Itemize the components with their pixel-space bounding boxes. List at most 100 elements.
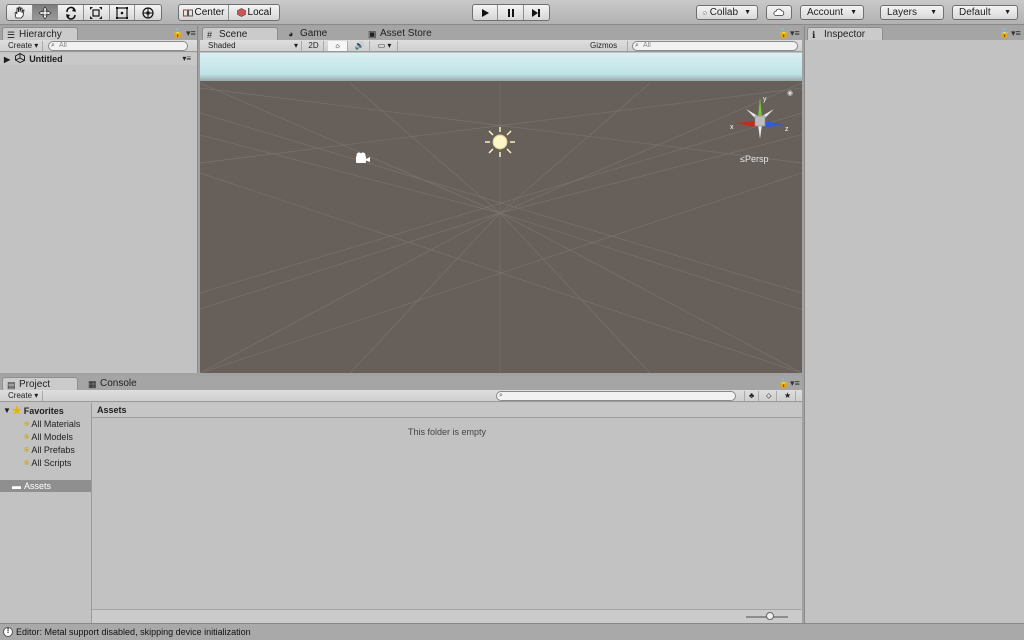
hand-tool-button[interactable] <box>7 5 33 20</box>
rect-transform-icon <box>116 6 129 19</box>
hierarchy-search-input[interactable]: ⌕ All <box>48 41 188 51</box>
game-tab-label: Game <box>300 28 328 39</box>
scene-search-input[interactable]: ⌕ All <box>632 41 798 51</box>
favorite-item[interactable]: ⍟ All Models <box>24 431 73 443</box>
favorite-item[interactable]: ⍟ All Materials <box>24 418 80 430</box>
search-by-label-button[interactable]: ⬦ <box>762 391 777 401</box>
play-button[interactable] <box>473 5 499 20</box>
local-label: Local <box>247 7 272 18</box>
scene-viewport[interactable]: y x z ≤Persp ◉ <box>200 53 802 373</box>
rotate-tool-button[interactable] <box>58 5 85 20</box>
saved-search-icon: ⍟ <box>24 419 30 429</box>
rotate-icon <box>65 6 76 20</box>
scene-canvas[interactable]: y x z ≤Persp ◉ <box>200 53 802 373</box>
project-create-dropdown[interactable]: Create ▾ <box>4 391 44 401</box>
audio-toggle[interactable]: 🔊 <box>350 41 370 51</box>
collapse-arrow-icon[interactable]: ▼ <box>3 405 11 417</box>
favorite-item[interactable]: ⍟ All Prefabs <box>24 444 75 456</box>
scene-menu-icon[interactable]: ▾≡ <box>182 53 191 65</box>
inspector-panel: ℹ Inspector 🔒 ▾≡ <box>804 26 1024 623</box>
rect-tool-button[interactable] <box>110 5 136 20</box>
step-button[interactable] <box>524 5 549 20</box>
gizmos-dropdown[interactable]: Gizmos ▾ <box>586 41 628 60</box>
2d-toggle[interactable]: 2D <box>304 41 324 51</box>
favorite-item[interactable]: ⍟ All Scripts <box>24 457 71 469</box>
assets-label: Assets <box>24 481 52 491</box>
shading-mode-dropdown[interactable]: Shaded ▾ <box>204 41 302 51</box>
cloud-button[interactable] <box>766 5 792 20</box>
panel-menu-icon[interactable]: ▾≡ <box>1011 28 1021 39</box>
sun-icon: ☼ <box>333 41 342 50</box>
collab-dropdown[interactable]: Collab ▼ <box>696 5 758 20</box>
layers-label: Layers <box>887 7 918 18</box>
favorite-label: All Prefabs <box>31 445 75 455</box>
lock-icon[interactable]: 🔒 <box>778 28 789 39</box>
projection-label[interactable]: ≤Persp <box>740 154 768 164</box>
directional-light-icon[interactable] <box>485 127 515 157</box>
lock-icon[interactable]: 🔒 <box>999 28 1010 39</box>
layout-dropdown[interactable]: Default ▼ <box>952 5 1018 20</box>
move-tool-button[interactable] <box>32 5 59 20</box>
expand-arrow-icon[interactable]: ▶ <box>4 55 10 64</box>
lighting-toggle[interactable]: ☼ <box>328 41 348 51</box>
2d-label: 2D <box>308 41 319 50</box>
hierarchy-create-dropdown[interactable]: Create ▾ <box>4 41 44 51</box>
search-by-type-button[interactable]: ♣ <box>744 391 760 401</box>
status-message: Editor: Metal support disabled, skipping… <box>16 627 251 637</box>
save-search-button[interactable]: ★ <box>780 391 797 401</box>
gizmos-label: Gizmos <box>590 41 618 50</box>
inspector-tab-label: Inspector <box>824 29 866 40</box>
scene-row[interactable]: ▶ Untitled ▾≡ <box>0 52 197 65</box>
effects-dropdown[interactable]: ▭ ▾ <box>372 41 398 51</box>
lock-icon[interactable]: 🔒 <box>778 378 789 389</box>
tag-icon: ⬦ <box>766 391 772 400</box>
panel-menu-icon[interactable]: ▾≡ <box>790 378 800 389</box>
scale-icon <box>90 6 103 19</box>
search-icon: ⌕ <box>635 42 639 49</box>
scene-panel: # Scene ◕ Game ▣ Asset Store 🔒 ▾≡ Shaded… <box>200 26 802 373</box>
tab-project[interactable]: ▤ Project <box>2 377 78 390</box>
pause-button[interactable] <box>498 5 524 20</box>
layers-dropdown[interactable]: Layers ▼ <box>880 5 944 20</box>
tab-asset-store[interactable]: ▣ Asset Store <box>364 27 454 40</box>
assets-folder-item[interactable]: ▬ Assets <box>0 480 91 492</box>
transform-tool-button[interactable] <box>135 5 161 20</box>
dropdown-arrow-icon: ▾ <box>293 41 298 50</box>
y-axis-label: y <box>763 96 767 103</box>
step-icon <box>532 8 541 17</box>
account-dropdown[interactable]: Account ▼ <box>800 5 864 20</box>
scale-tool-button[interactable] <box>84 5 110 20</box>
status-bar[interactable]: ! Editor: Metal support disabled, skippi… <box>0 623 1024 640</box>
favorite-label: All Materials <box>31 419 81 429</box>
saved-search-icon: ⍟ <box>24 458 30 468</box>
tab-scene[interactable]: # Scene <box>202 27 278 40</box>
panel-menu-icon[interactable]: ▾≡ <box>186 28 196 39</box>
move-arrows-icon <box>38 5 52 20</box>
search-icon: ⌕ <box>51 42 55 49</box>
local-space-icon <box>236 8 246 17</box>
speaker-icon: 🔊 <box>354 41 365 50</box>
center-toggle[interactable]: Center <box>179 5 230 20</box>
ground-plane <box>200 81 802 373</box>
scene-tab-label: Scene <box>219 29 248 40</box>
sky-gradient <box>200 53 802 83</box>
collab-check-icon <box>703 10 707 15</box>
tab-hierarchy[interactable]: ☰ Hierarchy <box>2 27 78 40</box>
favorite-label: All Models <box>31 432 73 442</box>
favorites-header[interactable]: ▼ ★ Favorites <box>3 405 64 417</box>
tab-inspector[interactable]: ℹ Inspector <box>807 27 883 40</box>
lock-icon[interactable]: 🔒 <box>172 28 183 39</box>
transform-tools <box>6 4 162 21</box>
tab-game[interactable]: ◕ Game <box>284 27 352 40</box>
icon-size-slider-knob[interactable] <box>766 612 774 620</box>
scene-search-placeholder: All <box>643 42 651 49</box>
panel-menu-icon[interactable]: ▾≡ <box>790 28 800 39</box>
info-icon: ℹ <box>812 30 816 40</box>
saved-search-icon: ⍟ <box>24 432 30 442</box>
favorites-star-icon: ★ <box>11 405 22 417</box>
local-toggle[interactable]: Local <box>229 5 279 20</box>
tab-console[interactable]: ▦ Console <box>84 377 154 390</box>
breadcrumb-assets[interactable]: Assets <box>97 405 127 415</box>
project-search-input[interactable]: ⌕ <box>496 391 736 401</box>
gizmo-lock-icon[interactable]: ◉ <box>787 90 793 97</box>
